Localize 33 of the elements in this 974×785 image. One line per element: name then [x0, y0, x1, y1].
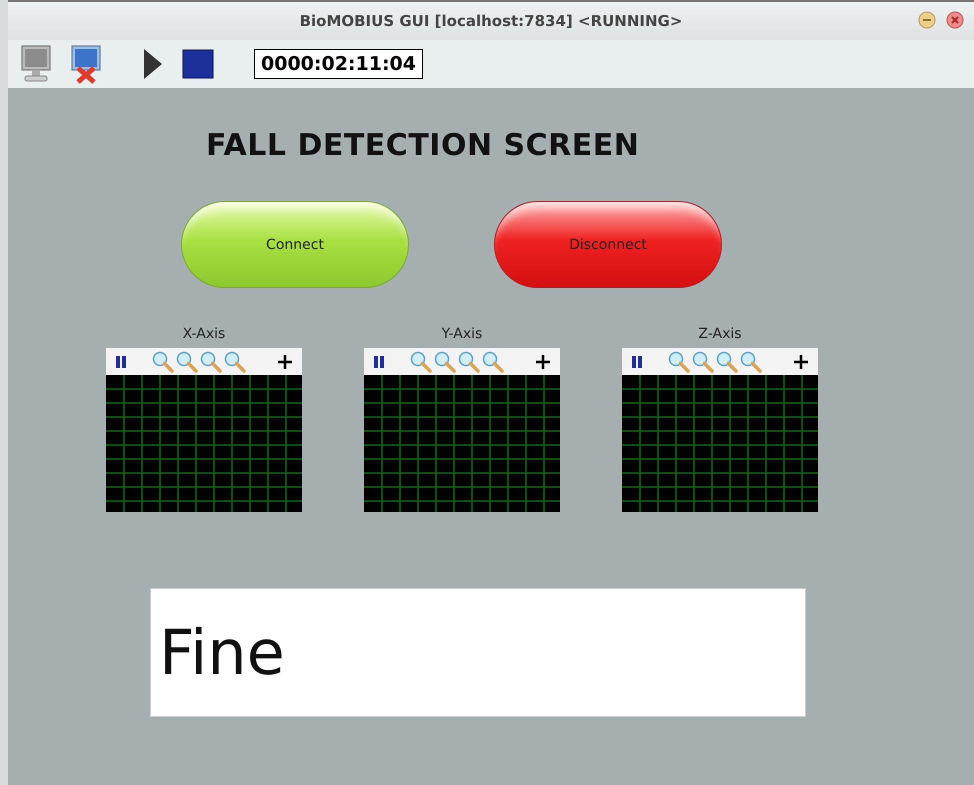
plus-icon[interactable]	[534, 352, 552, 370]
elapsed-timer: 0000:02:11:04	[254, 49, 423, 79]
zoom-icon[interactable]	[692, 350, 714, 372]
connect-button[interactable]: Connect	[181, 201, 409, 288]
pause-icon[interactable]	[372, 354, 386, 370]
window-title: BioMOBIUS GUI [localhost:7834] <RUNNING>	[300, 12, 682, 30]
plus-icon[interactable]	[792, 352, 810, 370]
stop-icon[interactable]	[182, 49, 214, 79]
zoom-icon[interactable]	[410, 350, 432, 372]
disconnect-button[interactable]: Disconnect	[494, 201, 722, 288]
plot-label: Z-Axis	[698, 326, 742, 342]
monitor-disconnect-icon[interactable]	[70, 44, 102, 84]
plus-icon[interactable]	[276, 352, 294, 370]
plot-label: Y-Axis	[442, 326, 482, 342]
zoom-icon[interactable]	[458, 350, 480, 372]
screen-heading: FALL DETECTION SCREEN	[206, 128, 640, 163]
zoom-icon[interactable]	[740, 350, 762, 372]
zoom-icon[interactable]	[200, 350, 222, 372]
monitor-icon[interactable]	[20, 44, 52, 84]
minimize-icon[interactable]	[918, 11, 936, 29]
zoom-icon[interactable]	[668, 350, 690, 372]
plot-label: X-Axis	[182, 326, 226, 342]
zoom-icon[interactable]	[434, 350, 456, 372]
pause-icon[interactable]	[114, 354, 128, 370]
zoom-icon[interactable]	[482, 350, 504, 372]
zoom-icon[interactable]	[152, 350, 174, 372]
close-icon[interactable]	[946, 11, 964, 29]
play-icon[interactable]	[142, 47, 164, 81]
zoom-icon[interactable]	[716, 350, 738, 372]
status-text: Fine	[159, 616, 285, 689]
pause-icon[interactable]	[630, 354, 644, 370]
zoom-icon[interactable]	[224, 350, 246, 372]
zoom-icon[interactable]	[176, 350, 198, 372]
